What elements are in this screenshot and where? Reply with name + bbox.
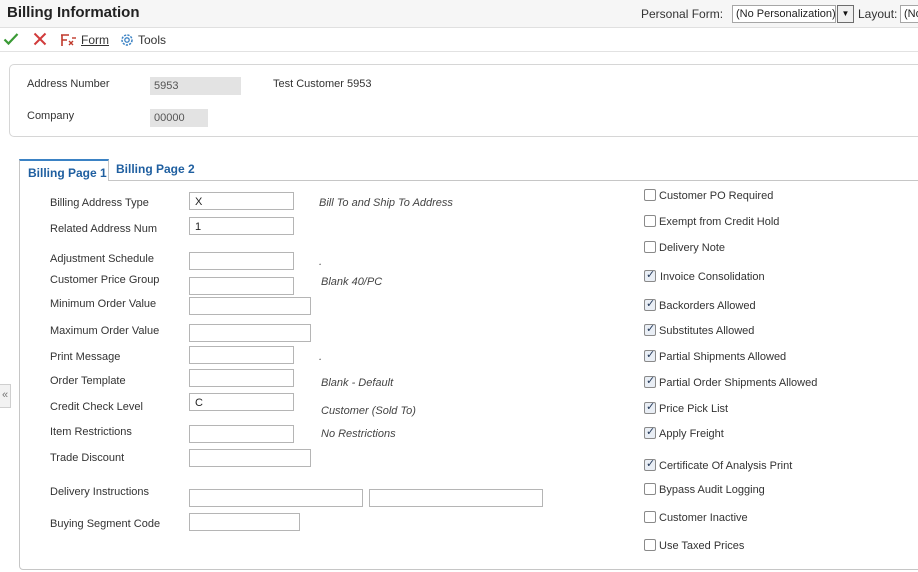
collapse-panel-handle[interactable]: « (0, 384, 11, 408)
credit-check-level-label: Credit Check Level (50, 401, 143, 413)
delivery-instructions-label: Delivery Instructions (50, 486, 150, 498)
ok-button[interactable] (3, 31, 19, 47)
delivery-instructions-input-1[interactable] (189, 489, 363, 507)
adjustment-schedule-input[interactable] (189, 252, 294, 270)
item-restrictions-label: Item Restrictions (50, 426, 132, 438)
customer-name: Test Customer 5953 (273, 78, 372, 90)
customer-price-group-label: Customer Price Group (50, 274, 160, 286)
backorders-allowed-checkbox[interactable] (644, 297, 656, 311)
print-message-input[interactable] (189, 346, 294, 364)
company-field: 00000 (150, 109, 208, 127)
delivery-note-checkbox[interactable] (644, 241, 656, 253)
use-taxed-prices-checkbox[interactable] (644, 539, 656, 551)
related-address-num-input[interactable]: 1 (189, 217, 294, 235)
checkmark-icon (3, 33, 19, 46)
partial-order-shipments-allowed-checkbox[interactable] (644, 374, 656, 388)
certificate-of-analysis-print-checkbox[interactable] (644, 457, 656, 471)
tools-menu[interactable]: Tools (119, 30, 166, 50)
print-message-desc: . (319, 351, 323, 363)
buying-segment-code-input[interactable] (189, 513, 300, 531)
billing-address-type-label: Billing Address Type (50, 197, 149, 209)
tools-menu-label: Tools (138, 33, 167, 47)
form-icon (61, 34, 76, 46)
maximum-order-value-input[interactable] (189, 324, 311, 342)
adjustment-schedule-desc: . (319, 256, 323, 268)
customer-header-panel (9, 64, 918, 137)
maximum-order-value-label: Maximum Order Value (50, 325, 160, 337)
address-number-field: 5953 (150, 77, 241, 95)
price-pick-list-label: Price Pick List (659, 403, 729, 415)
use-taxed-prices-label: Use Taxed Prices (659, 540, 745, 552)
related-address-num-label: Related Address Num (50, 223, 157, 235)
substitutes-allowed-checkbox[interactable] (644, 322, 656, 336)
form-menu[interactable]: Form (60, 30, 109, 50)
cancel-button[interactable] (32, 31, 48, 47)
minimum-order-value-input[interactable] (189, 297, 311, 315)
trade-discount-input[interactable] (189, 449, 311, 467)
buying-segment-code-label: Buying Segment Code (50, 518, 161, 530)
billing-address-type-input[interactable]: X (189, 192, 294, 210)
substitutes-allowed-label: Substitutes Allowed (659, 325, 755, 337)
chevron-down-icon[interactable]: ▼ (837, 5, 854, 23)
order-template-desc: Blank - Default (321, 377, 394, 389)
company-label: Company (27, 110, 75, 122)
customer-price-group-input[interactable] (189, 277, 294, 295)
partial-shipments-allowed-checkbox[interactable] (644, 348, 656, 362)
customer-po-required-checkbox[interactable] (644, 189, 656, 201)
bypass-audit-logging-label: Bypass Audit Logging (659, 484, 765, 496)
trade-discount-label: Trade Discount (50, 452, 125, 464)
order-template-input[interactable] (189, 369, 294, 387)
delivery-note-label: Delivery Note (659, 242, 726, 254)
item-restrictions-input[interactable] (189, 425, 294, 443)
layout-select[interactable]: (No (900, 5, 918, 23)
backorders-allowed-label: Backorders Allowed (659, 300, 756, 312)
invoice-consolidation-label: Invoice Consolidation (660, 271, 765, 283)
tab-panel (19, 180, 918, 570)
form-menu-label: Form (81, 33, 109, 47)
credit-check-level-input[interactable]: C (189, 393, 294, 411)
customer-inactive-checkbox[interactable] (644, 511, 656, 523)
delivery-instructions-input-2[interactable] (369, 489, 543, 507)
minimum-order-value-label: Minimum Order Value (50, 298, 157, 310)
print-message-label: Print Message (50, 351, 121, 363)
credit-check-level-desc: Customer (Sold To) (321, 405, 416, 417)
order-template-label: Order Template (50, 375, 126, 387)
exempt-credit-hold-label: Exempt from Credit Hold (659, 216, 780, 228)
apply-freight-checkbox[interactable] (644, 425, 656, 439)
certificate-of-analysis-print-label: Certificate Of Analysis Print (659, 460, 793, 472)
address-number-label: Address Number (27, 78, 110, 90)
price-pick-list-checkbox[interactable] (644, 400, 656, 414)
layout-label: Layout: (858, 7, 898, 21)
title-bar: Billing Information Personal Form: (No P… (0, 0, 918, 28)
x-icon (33, 32, 47, 46)
bypass-audit-logging-checkbox[interactable] (644, 483, 656, 495)
customer-po-required-label: Customer PO Required (659, 190, 774, 202)
customer-inactive-label: Customer Inactive (659, 512, 748, 524)
apply-freight-label: Apply Freight (659, 428, 724, 440)
adjustment-schedule-label: Adjustment Schedule (50, 253, 154, 265)
tab-billing-page-2[interactable]: Billing Page 2 (116, 162, 195, 176)
billing-address-type-desc: Bill To and Ship To Address (319, 197, 453, 209)
customer-price-group-desc: Blank 40/PC (321, 276, 383, 288)
toolbar: Form Tools (0, 29, 918, 52)
partial-shipments-allowed-label: Partial Shipments Allowed (659, 351, 787, 363)
exempt-credit-hold-checkbox[interactable] (644, 215, 656, 227)
tab-billing-page-1[interactable]: Billing Page 1 (19, 159, 109, 181)
item-restrictions-desc: No Restrictions (321, 428, 396, 440)
personal-form-label: Personal Form: (641, 7, 724, 21)
page-title: Billing Information (7, 4, 140, 21)
gear-icon (121, 34, 133, 46)
invoice-consolidation-checkbox[interactable] (644, 268, 656, 282)
personal-form-select[interactable]: (No Personalization) (732, 5, 836, 23)
partial-order-shipments-allowed-label: Partial Order Shipments Allowed (659, 377, 818, 389)
